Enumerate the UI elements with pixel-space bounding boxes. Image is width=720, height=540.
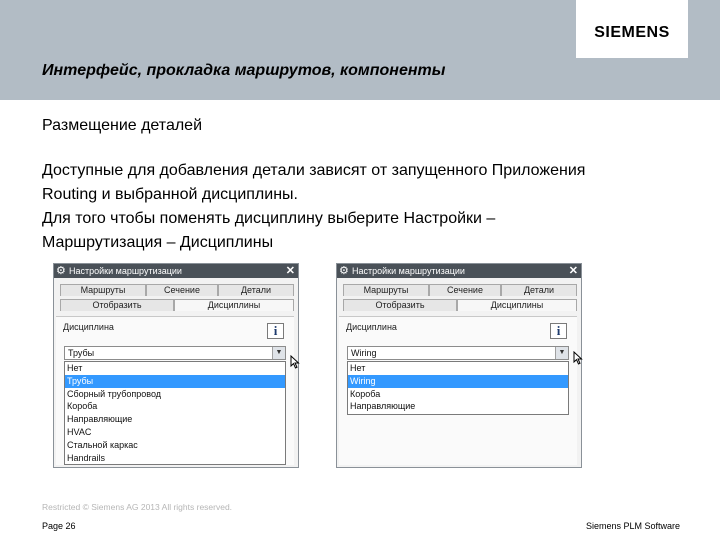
tab-section[interactable]: Сечение [146,284,218,296]
tab-display[interactable]: Отобразить [60,299,174,311]
body-line: Доступные для добавления детали зависят … [42,162,586,179]
chevron-down-icon[interactable]: ▼ [555,347,568,359]
slide-title: Интерфейс, прокладка маршрутов, компонен… [42,62,446,79]
gear-icon[interactable]: ⚙ [339,264,349,278]
body-line: Маршрутизация – Дисциплины [42,234,274,251]
discipline-select[interactable]: Wiring ▼ [347,346,569,360]
tab-disciplines[interactable]: Дисциплины [457,299,577,311]
dropdown-option-handrails[interactable]: Handrails [65,452,285,465]
close-icon[interactable]: ✕ [569,264,578,278]
discipline-dropdown-list: Нет Wiring Короба Направляющие [347,361,569,415]
mouse-cursor-icon [290,355,300,369]
dialog-title: Настройки маршрутизации [69,266,182,276]
copyright-notice: Restricted © Siemens AG 2013 All rights … [42,502,233,512]
dropdown-option-none[interactable]: Нет [348,362,568,375]
discipline-label: Дисциплина [346,322,397,332]
body-line: Routing и выбранной дисциплины. [42,186,298,203]
tab-section[interactable]: Сечение [429,284,501,296]
page-number: Page 26 [42,521,76,531]
gear-icon[interactable]: ⚙ [56,264,66,278]
logo-text: SIEMENS [594,24,670,41]
routing-settings-dialog: ⚙ Настройки маршрутизации ✕ Маршруты Сеч… [53,263,299,468]
tab-routes[interactable]: Маршруты [60,284,146,296]
tab-display[interactable]: Отобразить [343,299,457,311]
dropdown-option-none[interactable]: Нет [65,362,285,375]
discipline-select[interactable]: Трубы ▼ [64,346,286,360]
close-icon[interactable]: ✕ [286,264,295,278]
discipline-select-value: Wiring [351,348,377,358]
dropdown-option-ducts[interactable]: Короба [65,400,285,413]
dropdown-option-rails[interactable]: Направляющие [65,413,285,426]
dropdown-option-hvac[interactable]: HVAC [65,426,285,439]
info-icon[interactable]: i [550,323,567,339]
routing-settings-dialog: ⚙ Настройки маршрутизации ✕ Маршруты Сеч… [336,263,582,468]
tab-routes[interactable]: Маршруты [343,284,429,296]
dialog-titlebar[interactable]: ⚙ Настройки маршрутизации ✕ [54,264,298,278]
mouse-cursor-icon [573,351,583,365]
tab-parts[interactable]: Детали [501,284,577,296]
siemens-logo: SIEMENS [576,0,688,58]
dropdown-option-pipes[interactable]: Трубы [65,374,285,388]
footer-brand: Siemens PLM Software [586,521,681,531]
dropdown-option-ducts[interactable]: Короба [348,388,568,401]
discipline-label: Дисциплина [63,322,114,332]
tab-disciplines[interactable]: Дисциплины [174,299,294,311]
info-icon[interactable]: i [267,323,284,339]
dropdown-option-manifold[interactable]: Сборный трубопровод [65,388,285,401]
dialog-title: Настройки маршрутизации [352,266,465,276]
discipline-select-value: Трубы [68,348,95,358]
dropdown-option-wiring[interactable]: Wiring [348,374,568,388]
discipline-dropdown-list: Нет Трубы Сборный трубопровод Короба Нап… [64,361,286,465]
chevron-down-icon[interactable]: ▼ [272,347,285,359]
body-line: Для того чтобы поменять дисциплину выбер… [42,210,496,227]
dialog-titlebar[interactable]: ⚙ Настройки маршрутизации ✕ [337,264,581,278]
dropdown-option-steel-frame[interactable]: Стальной каркас [65,439,285,452]
slide-subtitle: Размещение деталей [42,117,203,134]
dropdown-option-rails[interactable]: Направляющие [348,400,568,413]
tab-parts[interactable]: Детали [218,284,294,296]
